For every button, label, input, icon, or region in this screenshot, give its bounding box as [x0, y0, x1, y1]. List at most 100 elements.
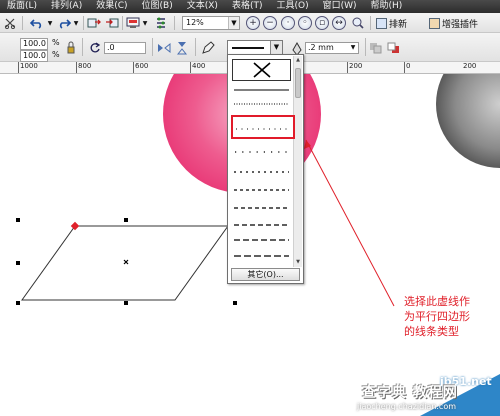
- toolbar-separator: [152, 38, 153, 56]
- toolbar-separator: [195, 38, 196, 56]
- plugin-label: 增强插件: [442, 19, 479, 30]
- import-icon[interactable]: [86, 15, 102, 31]
- undo-dropdown-icon[interactable]: ▼: [46, 15, 54, 31]
- toolbar-separator: [174, 16, 175, 30]
- zoom-out-icon[interactable]: −: [263, 16, 277, 30]
- zoom-level-value: 12%: [186, 18, 204, 27]
- enhance-plugin-button[interactable]: 增强插件: [429, 15, 478, 31]
- rotation-angle-field[interactable]: .0: [104, 42, 146, 54]
- chevron-down-icon[interactable]: ▼: [270, 41, 282, 54]
- rotation-angle-value: .0: [107, 43, 115, 52]
- sort-icon: [376, 17, 387, 29]
- zoom-in-icon[interactable]: +: [246, 16, 260, 30]
- redo-icon[interactable]: [56, 15, 72, 31]
- menu-tools[interactable]: 工具(O): [269, 0, 315, 13]
- line-style-dropdown: ▲ ▼ 其它(O)...: [227, 54, 304, 284]
- selection-handle[interactable]: [16, 301, 20, 305]
- outline-width-value: .2 mm: [308, 43, 334, 52]
- watermark-url: jiaocheng.chazidian.com: [357, 402, 457, 411]
- line-style-option-none[interactable]: [232, 59, 291, 81]
- mirror-vertical-icon[interactable]: [174, 40, 190, 56]
- selected-line-style-sample: [232, 47, 264, 49]
- annotation-line: 的线条类型: [404, 325, 459, 338]
- options-icon[interactable]: [153, 15, 169, 31]
- more-line-styles-button[interactable]: 其它(O)...: [231, 268, 300, 281]
- scale-height-field[interactable]: 100.0: [20, 50, 48, 62]
- undo-icon[interactable]: [28, 15, 46, 31]
- sort-button[interactable]: 排新: [376, 15, 407, 31]
- line-style-option-longer-dash[interactable]: [232, 236, 291, 245]
- toolbar-separator: [22, 16, 23, 30]
- menu-layout[interactable]: 版面(L): [0, 0, 44, 13]
- ruler-label: 600: [135, 62, 149, 70]
- menu-table[interactable]: 表格(T): [225, 0, 270, 13]
- outline-width-select[interactable]: .2 mm ▼: [305, 42, 359, 54]
- line-style-list: [229, 56, 294, 267]
- chevron-down-icon[interactable]: ▼: [228, 17, 239, 29]
- menu-window[interactable]: 窗口(W): [316, 0, 364, 13]
- line-style-option-extra-long-dash[interactable]: [232, 252, 291, 261]
- ruler-label: 200: [349, 62, 363, 70]
- selection-handle[interactable]: [16, 261, 20, 265]
- toolbar-separator: [83, 16, 84, 30]
- dropdown-scrollbar[interactable]: ▲ ▼: [293, 56, 302, 267]
- scrollbar-thumb[interactable]: [295, 68, 301, 98]
- menu-help[interactable]: 帮助(H): [364, 0, 410, 13]
- lock-ratio-icon[interactable]: [64, 40, 78, 56]
- outline-pen-icon[interactable]: [200, 40, 216, 56]
- annotation-text: 选择此虚线作 为平行四边形 的线条类型: [404, 294, 496, 339]
- ruler-label: 0: [406, 62, 411, 70]
- redo-dropdown-icon[interactable]: ▼: [72, 15, 80, 31]
- scale-height-value: 100.0: [23, 51, 46, 60]
- line-style-option-short-dash[interactable]: [232, 168, 291, 177]
- application-launcher-icon[interactable]: [125, 15, 141, 31]
- line-style-select[interactable]: ▼: [227, 40, 283, 55]
- scroll-down-icon[interactable]: ▼: [294, 258, 302, 267]
- scroll-up-icon[interactable]: ▲: [294, 56, 302, 65]
- menu-bitmap[interactable]: 位图(B): [135, 0, 180, 13]
- gray-circle-object[interactable]: [436, 74, 500, 168]
- rotate-icon: [88, 40, 102, 56]
- line-style-option-dash-medium[interactable]: [232, 204, 291, 213]
- plugin-icon: [429, 17, 440, 29]
- line-style-option-fine-dots[interactable]: [232, 100, 291, 109]
- zoom-selected-icon[interactable]: ·: [281, 16, 295, 30]
- chevron-down-icon[interactable]: ▼: [348, 43, 358, 53]
- watermark-site-name: 查字典 教程网: [362, 385, 458, 401]
- line-style-option-long-dash[interactable]: [232, 221, 291, 230]
- to-back-icon[interactable]: [386, 40, 402, 56]
- launcher-dropdown-icon[interactable]: ▼: [141, 15, 149, 31]
- export-icon[interactable]: [104, 15, 120, 31]
- ruler-label: 400: [192, 62, 206, 70]
- zoom-width-icon[interactable]: ↔: [332, 16, 346, 30]
- selection-handle[interactable]: [233, 301, 237, 305]
- menu-arrange[interactable]: 排列(A): [44, 0, 89, 13]
- annotation-line: 为平行四边形: [404, 310, 470, 323]
- sort-label: 排新: [389, 19, 408, 30]
- line-style-option-solid[interactable]: [232, 86, 291, 95]
- mirror-horizontal-icon[interactable]: [156, 40, 172, 56]
- toolbar-separator: [82, 38, 83, 56]
- cut-icon[interactable]: [2, 15, 18, 31]
- to-front-icon[interactable]: [368, 40, 384, 56]
- selected-option-highlight: [231, 115, 295, 139]
- zoom-level-select[interactable]: 12% ▼: [182, 16, 240, 30]
- menu-effects[interactable]: 效果(C): [89, 0, 134, 13]
- scale-width-unit: %: [52, 38, 60, 47]
- annotation-arrow-line: [305, 139, 395, 307]
- menu-text[interactable]: 文本(X): [180, 0, 225, 13]
- scale-height-unit: %: [52, 50, 60, 59]
- node-handle[interactable]: [70, 221, 80, 231]
- selection-handle[interactable]: [124, 218, 128, 222]
- standard-toolbar: ▼ ▼ ▼ 12% ▼ + − · ◦ ▫ ↔ 排新 增强插件: [0, 13, 500, 33]
- center-marker-icon: [123, 259, 129, 265]
- zoom-all-icon[interactable]: ◦: [298, 16, 312, 30]
- zoom-height-icon[interactable]: [350, 15, 366, 31]
- selection-handle[interactable]: [16, 218, 20, 222]
- zoom-page-icon[interactable]: ▫: [315, 16, 329, 30]
- selection-handle[interactable]: [124, 301, 128, 305]
- ruler-label: 200: [463, 62, 477, 70]
- scale-width-field[interactable]: 100.0: [20, 38, 48, 50]
- line-style-option-dash[interactable]: [232, 186, 291, 195]
- line-style-option-wide-dots[interactable]: [232, 148, 291, 157]
